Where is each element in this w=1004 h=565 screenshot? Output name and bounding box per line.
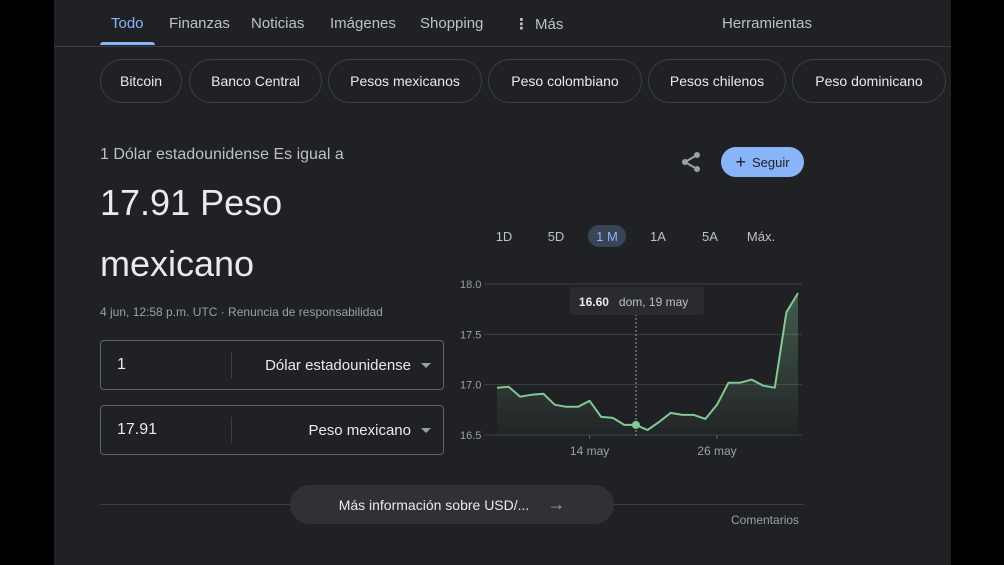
chip-banco-central[interactable]: Banco Central — [189, 59, 322, 103]
range-tab-5a[interactable]: 5A — [696, 225, 724, 247]
data-point — [519, 396, 521, 398]
data-point — [658, 421, 660, 423]
data-point — [554, 404, 556, 406]
data-point — [751, 379, 753, 381]
tab-imagenes[interactable]: Imágenes — [330, 15, 396, 32]
from-currency-field: 1 Dólar estadounidense — [100, 340, 444, 390]
search-nav-bar: Todo Finanzas Noticias Imágenes Shopping… — [54, 0, 951, 47]
tab-finanzas[interactable]: Finanzas — [169, 15, 230, 32]
data-point — [774, 387, 776, 389]
data-point — [600, 416, 602, 418]
x-tick-label: 26 may — [697, 444, 736, 458]
chip-bitcoin[interactable]: Bitcoin — [100, 59, 182, 103]
data-point — [797, 292, 799, 294]
more-info-button[interactable]: Más información sobre USD/... → — [290, 485, 614, 524]
conversion-timestamp: 4 jun, 12:58 p.m. UTC · Renuncia de resp… — [100, 305, 383, 319]
data-point — [589, 400, 591, 402]
exchange-rate-chart[interactable]: 18.0 17.5 17.0 16.5 14 may 26 may 16.60 dom, 19… — [454, 270, 814, 465]
tooltip-date: dom, 19 may — [619, 295, 688, 309]
data-point — [531, 394, 533, 396]
tooltip-value: 16.60 — [579, 295, 609, 309]
share-icon[interactable] — [679, 150, 703, 174]
from-currency-label: Dólar estadounidense — [265, 356, 411, 374]
tab-noticias[interactable]: Noticias — [251, 15, 304, 32]
data-point — [565, 406, 567, 408]
more-vert-icon: ⋮ — [514, 16, 529, 33]
dropdown-caret-icon — [421, 362, 431, 368]
to-currency-select[interactable]: Peso mexicano — [232, 422, 443, 439]
range-tab-1m[interactable]: 1 M — [588, 225, 626, 247]
to-currency-label: Peso mexicano — [308, 421, 411, 439]
data-point — [762, 385, 764, 387]
y-tick-label: 17.5 — [460, 329, 481, 341]
chip-pesos-chilenos[interactable]: Pesos chilenos — [648, 59, 786, 103]
data-point — [647, 429, 649, 431]
from-currency-select[interactable]: Dólar estadounidense — [232, 357, 443, 374]
hover-point — [631, 420, 640, 429]
search-results-page: Todo Finanzas Noticias Imágenes Shopping… — [54, 0, 951, 565]
tab-mas[interactable]: ⋮ Más — [514, 15, 563, 33]
follow-label: Seguir — [751, 154, 790, 170]
chip-peso-dominicano[interactable]: Peso dominicano — [792, 59, 946, 103]
data-point — [670, 412, 672, 414]
data-point — [693, 414, 695, 416]
chip-pesos-mexicanos[interactable]: Pesos mexicanos — [328, 59, 482, 103]
feedback-link[interactable]: Comentarios — [731, 513, 799, 527]
tab-mas-label: Más — [535, 16, 564, 33]
data-point — [623, 424, 625, 426]
conversion-subtitle: 1 Dólar estadounidense Es igual a — [100, 146, 344, 163]
range-tab-1d[interactable]: 1D — [490, 225, 518, 247]
data-point — [542, 393, 544, 395]
from-amount-input[interactable]: 1 — [101, 356, 231, 374]
data-point — [785, 311, 787, 313]
tab-todo[interactable]: Todo — [111, 15, 144, 32]
range-tab-max[interactable]: Máx. — [742, 225, 780, 247]
dropdown-caret-icon — [421, 427, 431, 433]
data-point — [728, 382, 730, 384]
to-currency-field: 17.91 Peso mexicano — [100, 405, 444, 455]
arrow-right-icon: → — [547, 494, 566, 514]
tab-shopping[interactable]: Shopping — [420, 15, 483, 32]
data-point — [739, 382, 741, 384]
active-tab-indicator — [100, 42, 155, 45]
follow-button[interactable]: + Seguir — [721, 147, 804, 177]
more-info-label: Más información sobre USD/... — [338, 496, 530, 513]
to-amount-input[interactable]: 17.91 — [101, 421, 231, 439]
chip-peso-colombiano[interactable]: Peso colombiano — [488, 59, 642, 103]
data-point — [704, 418, 706, 420]
data-point — [577, 406, 579, 408]
data-point — [496, 387, 498, 389]
x-tick-label: 14 may — [570, 444, 609, 458]
y-tick-label: 16.5 — [460, 430, 481, 442]
data-point — [681, 414, 683, 416]
range-tab-5d[interactable]: 5D — [542, 225, 570, 247]
y-tick-label: 17.0 — [460, 380, 481, 392]
data-point — [508, 386, 510, 388]
data-point — [716, 404, 718, 406]
tools-button[interactable]: Herramientas — [722, 15, 812, 32]
range-tab-1a[interactable]: 1A — [644, 225, 672, 247]
conversion-result: 17.91 Peso mexicano — [100, 182, 283, 284]
y-tick-label: 18.0 — [460, 279, 481, 291]
data-point — [612, 417, 614, 419]
plus-icon: + — [735, 152, 746, 172]
